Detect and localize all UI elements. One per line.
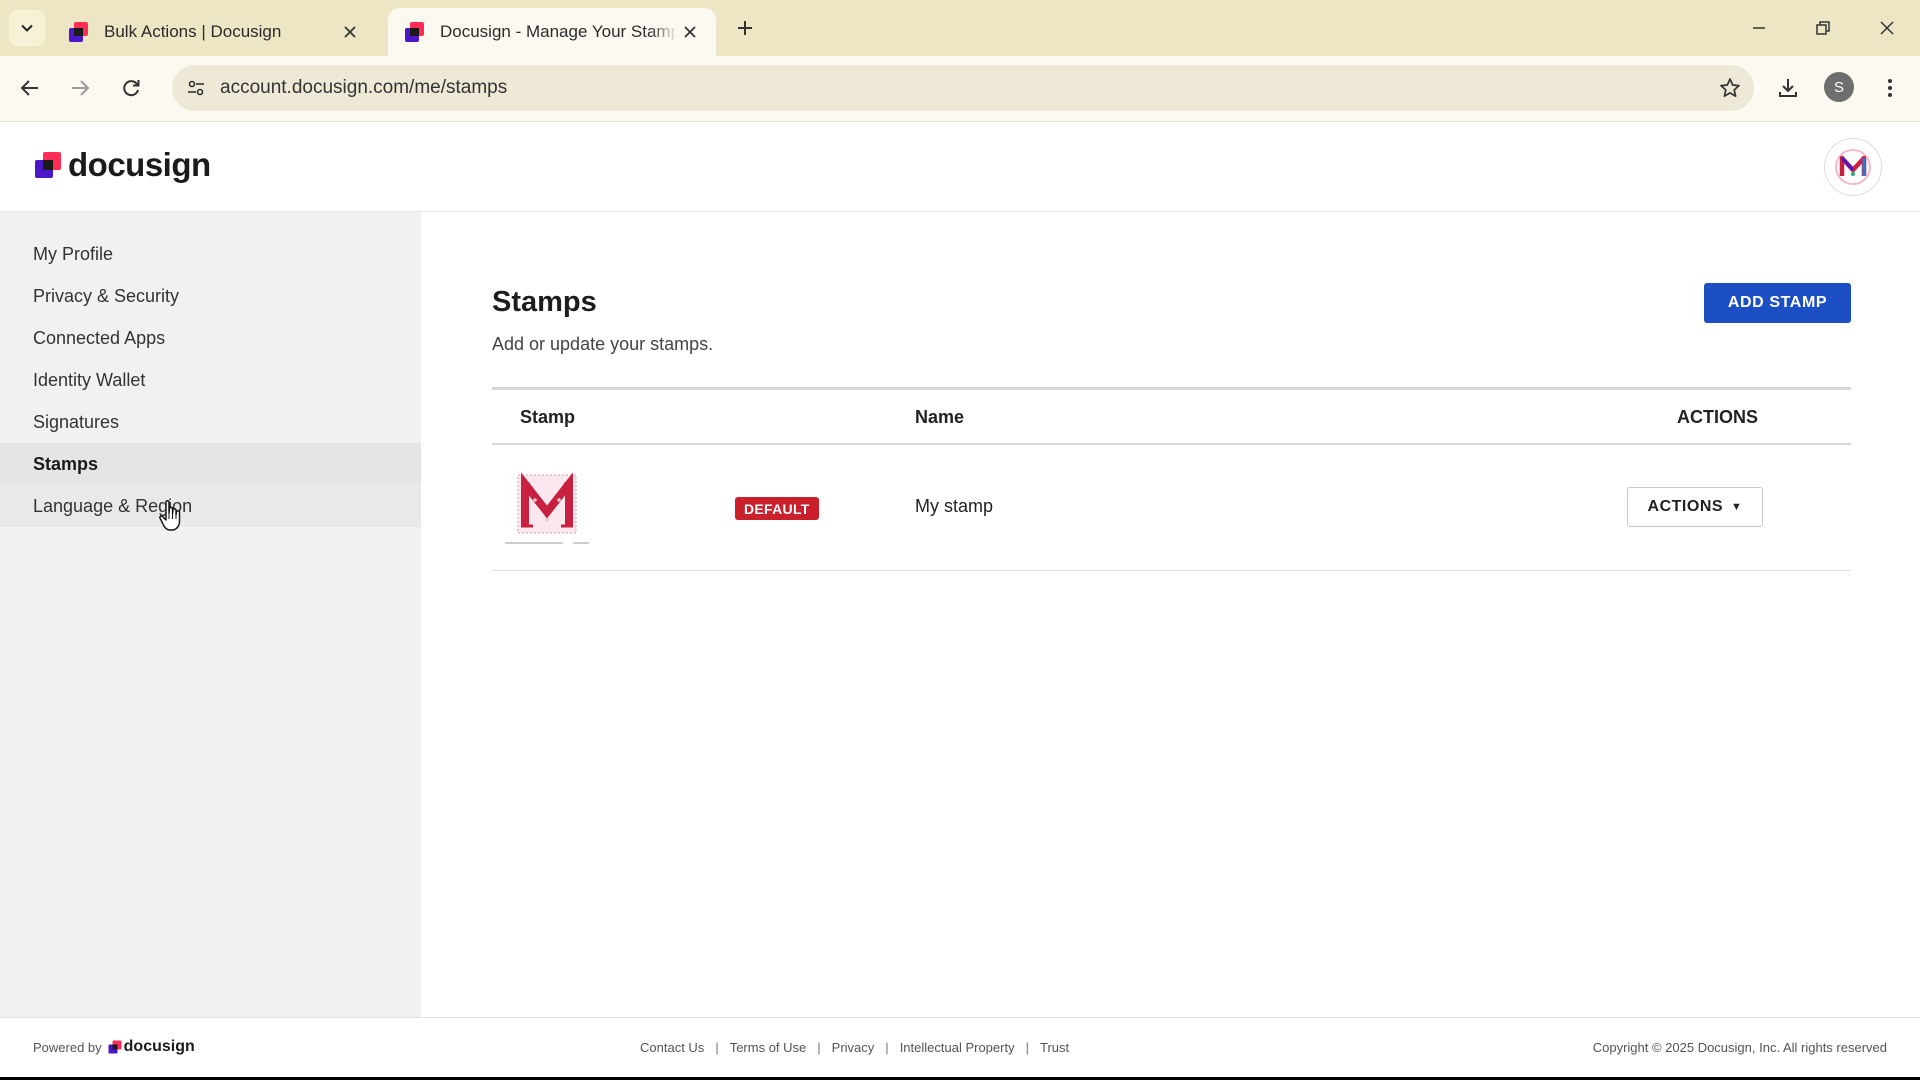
url-text: account.docusign.com/me/stamps: [220, 77, 508, 98]
arrow-left-icon: [20, 80, 38, 96]
user-avatar[interactable]: [1824, 138, 1882, 196]
sidebar: My Profile Privacy & Security Connected …: [0, 212, 421, 1017]
sidebar-item-identity-wallet[interactable]: Identity Wallet: [0, 359, 421, 401]
close-window-button[interactable]: [1870, 12, 1904, 44]
hand-pointer-cursor-icon: [159, 500, 181, 531]
browser-tab-manage-stamps[interactable]: Docusign - Manage Your Stamps: [388, 8, 716, 56]
browser-tab-bulk-actions[interactable]: Bulk Actions | Docusign: [52, 8, 376, 56]
footer-link-contact[interactable]: Contact Us: [640, 1040, 704, 1055]
downloads-button[interactable]: [1770, 70, 1806, 106]
footer-link-intellectual-property[interactable]: Intellectual Property: [900, 1040, 1015, 1055]
page-subtitle: Add or update your stamps.: [492, 334, 714, 354]
minimize-icon: [1753, 27, 1765, 29]
sidebar-item-signatures[interactable]: Signatures: [0, 401, 421, 443]
more-vertical-icon: [1888, 79, 1892, 97]
caret-down-icon: ▼: [1731, 501, 1743, 513]
docusign-logo-mark-icon: [35, 152, 61, 178]
separator: |: [715, 1040, 719, 1055]
footer-link-terms[interactable]: Terms of Use: [730, 1040, 807, 1055]
sidebar-item-connected-apps[interactable]: Connected Apps: [0, 317, 421, 359]
browser-profile-button[interactable]: S: [1824, 72, 1854, 102]
tab-search-button[interactable]: [9, 10, 45, 46]
column-header-name: Name: [915, 407, 965, 427]
avatar-monogram-icon: [1835, 149, 1871, 185]
download-icon: [1779, 79, 1797, 97]
footer-links: Contact Us | Terms of Use | Privacy | In…: [640, 1040, 1069, 1055]
back-button[interactable]: [12, 70, 48, 106]
docusign-logo[interactable]: docusign: [34, 146, 211, 184]
close-icon[interactable]: [678, 20, 702, 44]
footer-logo-text: docusign: [123, 1038, 195, 1055]
arrow-right-icon: [72, 80, 90, 96]
docusign-favicon-icon: [405, 22, 424, 42]
actions-label: ACTIONS: [1647, 498, 1724, 515]
sidebar-item-language-region[interactable]: Language & Region: [0, 485, 421, 527]
powered-by: Powered by docusign: [33, 1038, 195, 1056]
new-tab-button[interactable]: [730, 13, 760, 43]
powered-by-text: Powered by: [33, 1039, 102, 1055]
sidebar-item-my-profile[interactable]: My Profile: [0, 233, 421, 275]
plus-icon: [738, 21, 752, 35]
reload-icon: [123, 80, 140, 97]
bookmark-star-button[interactable]: [1716, 74, 1744, 102]
column-header-stamp: Stamp: [520, 407, 576, 427]
table-header: Stamp Name ACTIONS: [492, 387, 1851, 445]
tab-title: Bulk Actions | Docusign: [104, 22, 282, 41]
browser-tab-strip: Bulk Actions | Docusign Docusign - Manag…: [0, 0, 1920, 56]
footer-logo: docusign: [108, 1038, 195, 1056]
browser-menu-button[interactable]: [1872, 70, 1908, 106]
stamps-table: Stamp Name ACTIONS DEFAULT My stamp ACTI…: [492, 387, 1851, 571]
close-icon[interactable]: [338, 20, 362, 44]
footer-link-privacy[interactable]: Privacy: [832, 1040, 875, 1055]
table-row: DEFAULT My stamp ACTIONS ▼: [492, 445, 1851, 571]
tab-title: Docusign - Manage Your Stamps: [440, 22, 678, 41]
sidebar-item-stamps[interactable]: Stamps: [0, 443, 421, 485]
restore-button[interactable]: [1806, 12, 1840, 44]
close-icon: [1880, 21, 1894, 35]
restore-icon: [1816, 21, 1830, 35]
reload-button[interactable]: [113, 70, 149, 106]
sidebar-item-privacy-security[interactable]: Privacy & Security: [0, 275, 421, 317]
docusign-logo-mark-icon: [108, 1040, 122, 1054]
footer: Powered by docusign Contact Us | Terms o…: [0, 1017, 1920, 1077]
footer-link-trust[interactable]: Trust: [1040, 1040, 1069, 1055]
address-bar[interactable]: account.docusign.com/me/stamps: [172, 65, 1754, 111]
stamp-image: [505, 472, 589, 544]
docusign-favicon-icon: [69, 22, 88, 42]
add-stamp-button[interactable]: ADD STAMP: [1704, 283, 1851, 323]
default-badge: DEFAULT: [735, 497, 819, 520]
forward-button[interactable]: [62, 70, 98, 106]
stamp-name: My stamp: [915, 496, 994, 516]
column-header-actions: ACTIONS: [1677, 407, 1758, 427]
separator: |: [1025, 1040, 1029, 1055]
site-info-button[interactable]: [180, 72, 212, 104]
page-title: Stamps: [492, 286, 597, 318]
separator: |: [885, 1040, 889, 1055]
minimize-button[interactable]: [1742, 12, 1776, 44]
separator: |: [817, 1040, 821, 1055]
screen: Bulk Actions | Docusign Docusign - Manag…: [0, 0, 1920, 1077]
logo-text: docusign: [68, 146, 211, 183]
actions-dropdown-button[interactable]: ACTIONS ▼: [1627, 487, 1763, 527]
chevron-down-icon: [21, 24, 33, 32]
star-icon: [1720, 78, 1740, 98]
site-header: docusign: [0, 122, 1920, 212]
main-content: Stamps Add or update your stamps. ADD ST…: [421, 212, 1920, 1017]
copyright-text: Copyright © 2025 Docusign, Inc. All righ…: [1592, 1040, 1887, 1055]
browser-toolbar: account.docusign.com/me/stamps S: [0, 56, 1920, 122]
tune-icon: [188, 80, 204, 96]
